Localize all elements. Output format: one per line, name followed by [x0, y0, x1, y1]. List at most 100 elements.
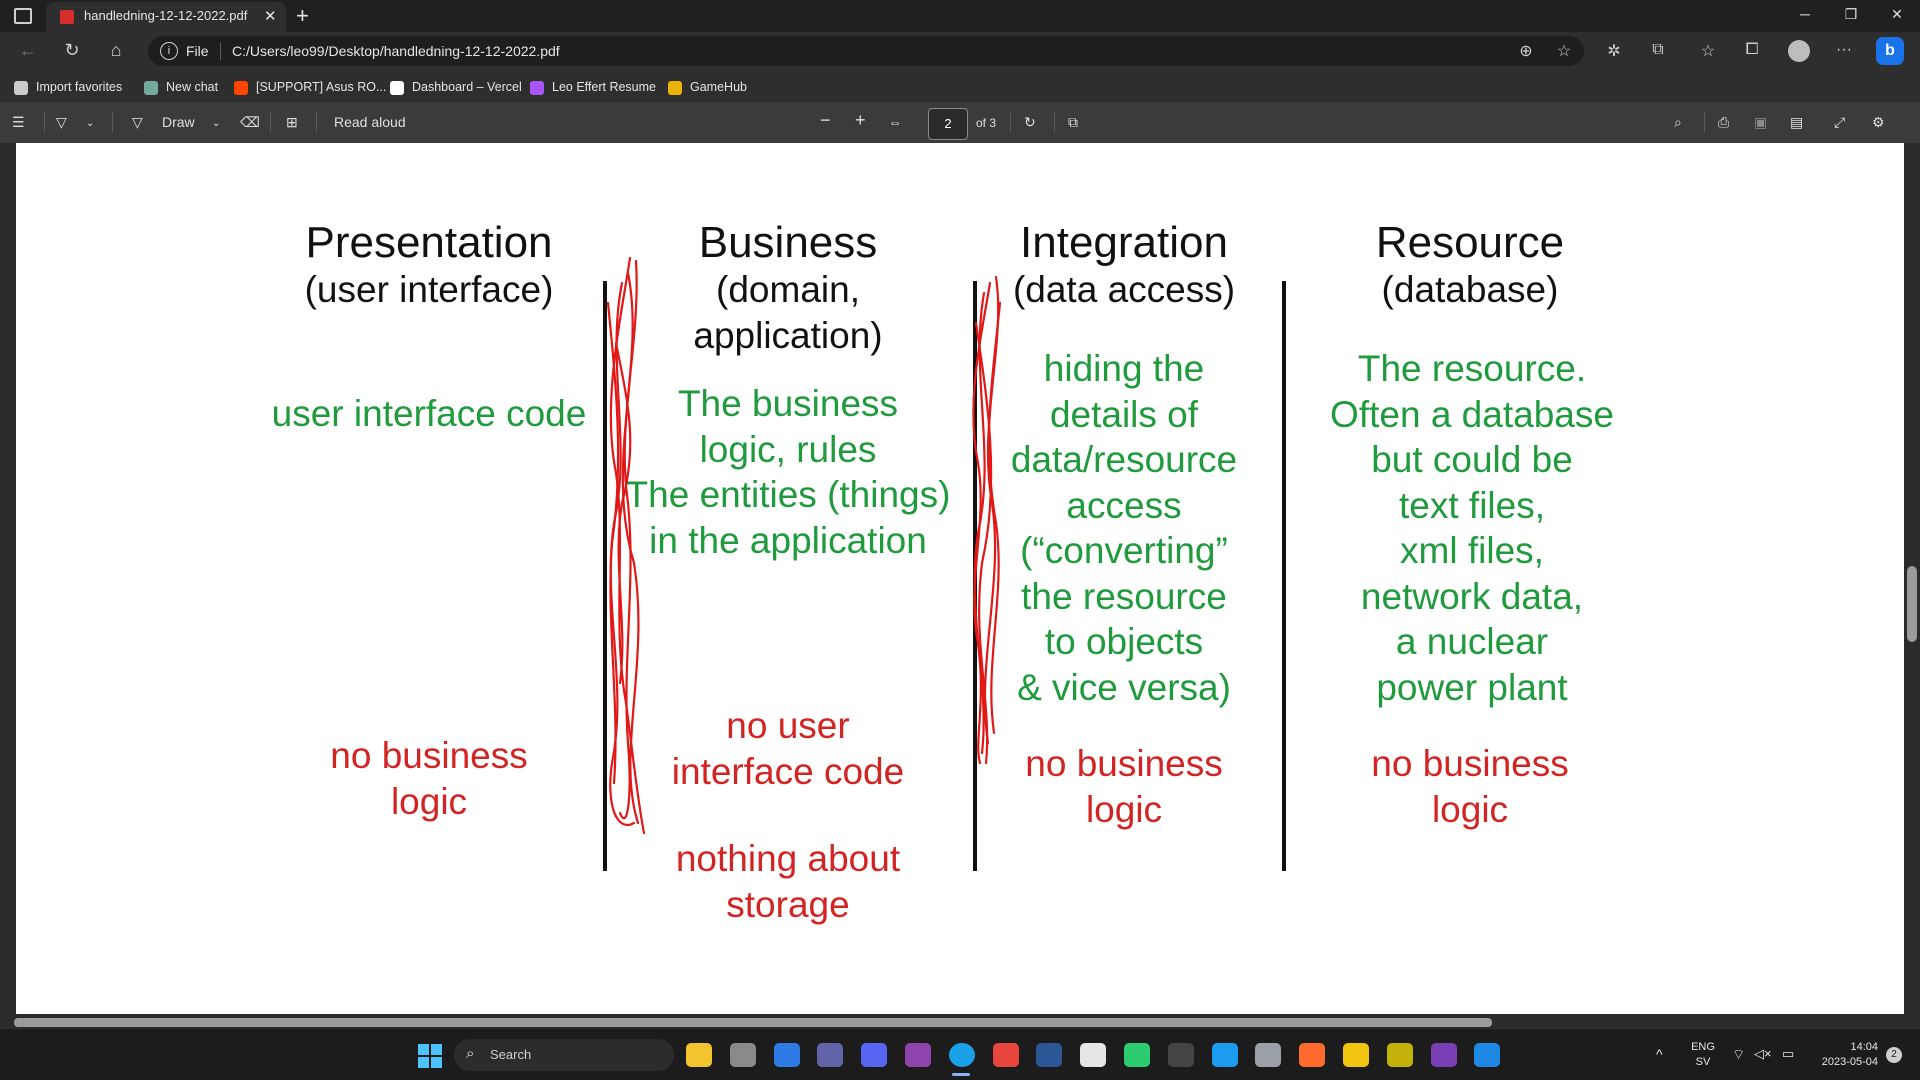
docker-icon[interactable] [1211, 1043, 1238, 1067]
taskbar-search-label: Search [490, 1047, 532, 1062]
vscode-icon[interactable] [773, 1043, 800, 1067]
favorite-item[interactable]: Leo Effert Resume [530, 77, 656, 97]
home-icon[interactable]: ⌂ [102, 40, 130, 61]
favorite-item[interactable]: Import favorites [14, 77, 122, 97]
app-icon[interactable] [1080, 1043, 1107, 1067]
extensions-puzzle-icon[interactable]: ⧉ [1644, 41, 1672, 59]
file-explorer-icon[interactable] [686, 1043, 712, 1067]
contents-icon[interactable]: ☰ [12, 114, 25, 131]
profile-avatar[interactable] [1788, 40, 1810, 62]
lang-sub: SV [1695, 1056, 1711, 1068]
favorite-icon [390, 80, 404, 95]
wifi-icon[interactable]: ⌔ [1732, 1046, 1745, 1064]
favorite-item[interactable]: New chat [144, 77, 218, 97]
favorite-label: GameHub [690, 80, 747, 94]
settings-icon[interactable]: ⚙ [1872, 114, 1885, 131]
address-url[interactable]: C:/Users/leo99/Desktop/handledning-12-12… [232, 43, 560, 59]
notification-badge[interactable]: 2 [1886, 1047, 1902, 1063]
highlight-dropdown-icon[interactable]: ⌄ [86, 118, 94, 129]
edge-icon[interactable] [948, 1043, 975, 1067]
highlight-icon[interactable]: ▽ [56, 114, 67, 131]
settings-app-icon[interactable] [729, 1043, 756, 1067]
favorite-icon [668, 80, 682, 95]
print-icon[interactable]: ⎙ [1718, 114, 1729, 131]
chrome-icon[interactable] [992, 1043, 1019, 1067]
vertical-scroll-thumb[interactable] [1907, 566, 1917, 642]
extension-icon[interactable]: ✲ [1600, 41, 1628, 61]
app-icon[interactable] [1343, 1043, 1369, 1067]
start-icon[interactable] [418, 1044, 442, 1068]
visual-studio-icon[interactable] [905, 1043, 931, 1067]
save-as-icon[interactable]: ▤ [1790, 114, 1803, 131]
restore-icon[interactable]: ❐ [1828, 6, 1874, 23]
save-icon[interactable]: ▣ [1754, 114, 1767, 131]
language-indicator[interactable]: ENG SV [1686, 1041, 1720, 1068]
zoom-in-button[interactable]: + [855, 110, 866, 131]
draw-dropdown-icon[interactable]: ⌄ [212, 118, 220, 129]
add-favorite-icon[interactable]: ☆ [1550, 41, 1578, 61]
favorite-icon [144, 80, 158, 95]
favorite-label: [SUPPORT] Asus RO... [256, 80, 387, 94]
search-pdf-icon[interactable]: ⌕ [1674, 114, 1682, 131]
favorite-item[interactable]: [SUPPORT] Asus RO... [234, 77, 386, 97]
fullscreen-icon[interactable]: ⤢ [1834, 114, 1845, 131]
new-tab-button[interactable]: + [296, 3, 309, 29]
toolbar-divider [112, 112, 113, 132]
close-tab-icon[interactable]: ✕ [264, 7, 277, 25]
more-menu-icon[interactable]: ··· [1830, 41, 1858, 59]
favorite-icon [234, 80, 248, 95]
page-view-icon[interactable]: ⧉ [1068, 114, 1078, 131]
app-icon[interactable] [1386, 1043, 1413, 1067]
rotate-icon[interactable]: ↻ [1024, 114, 1036, 131]
favorite-icon [530, 80, 544, 95]
discord-icon[interactable] [861, 1043, 888, 1067]
address-divider [220, 42, 221, 60]
zoom-icon[interactable]: ⊕ [1512, 41, 1540, 61]
page-number-input[interactable]: 2 [928, 108, 968, 140]
zoom-out-button[interactable]: − [820, 110, 831, 131]
address-prefix: File [186, 43, 209, 59]
favorite-label: Dashboard – Vercel [412, 80, 522, 94]
clock[interactable]: 14:04 2023-05-04 [1808, 1041, 1878, 1068]
tab-title: handledning-12-12-2022.pdf [84, 8, 248, 23]
page-total: of 3 [976, 116, 997, 130]
title-bar [0, 0, 1920, 32]
red-scribble-annotations [606, 256, 1002, 835]
tab-actions-icon[interactable] [14, 8, 32, 24]
app-icon[interactable] [1036, 1043, 1063, 1067]
favorites-icon[interactable]: ☆ [1694, 41, 1722, 61]
app-icon[interactable] [1124, 1043, 1150, 1067]
postman-icon[interactable] [1299, 1043, 1326, 1067]
pdf-page: Presentation (user interface) user interfa… [16, 143, 1904, 1014]
close-window-icon[interactable]: ✕ [1874, 6, 1920, 23]
favorite-item[interactable]: Dashboard – Vercel [390, 77, 522, 97]
favorite-icon [14, 80, 28, 95]
tray-chevron-icon[interactable]: ^ [1656, 1046, 1663, 1062]
back-icon[interactable]: ← [14, 40, 42, 61]
collections-icon[interactable]: ⧠ [1738, 41, 1766, 59]
copilot-icon[interactable]: b [1876, 37, 1904, 65]
app-icon[interactable] [1430, 1043, 1457, 1067]
favorite-item[interactable]: GameHub [668, 77, 747, 97]
app-icon[interactable] [1255, 1043, 1282, 1067]
toolbar-divider [44, 112, 45, 132]
text-icon[interactable]: ⊞ [286, 114, 298, 131]
eraser-icon[interactable]: ⌫ [240, 114, 260, 131]
taskbar-search[interactable] [454, 1039, 674, 1071]
lang-code: ENG [1691, 1041, 1715, 1053]
info-icon[interactable]: i [160, 42, 178, 60]
fit-width-icon[interactable]: ⇔ [888, 114, 902, 130]
terminal-icon[interactable] [1167, 1043, 1194, 1067]
app-icon[interactable] [1474, 1043, 1501, 1067]
horizontal-scroll-thumb[interactable] [14, 1018, 1492, 1027]
draw-label[interactable]: Draw [162, 114, 195, 130]
read-aloud-button[interactable]: Read aloud [334, 114, 406, 130]
volume-muted-icon[interactable]: ◁× [1754, 1046, 1772, 1062]
draw-icon[interactable]: ▽ [132, 114, 143, 131]
time: 14:04 [1850, 1041, 1878, 1053]
teams-icon[interactable] [817, 1043, 844, 1067]
battery-icon[interactable]: ▭ [1782, 1046, 1794, 1062]
active-app-indicator [952, 1073, 970, 1076]
refresh-icon[interactable]: ↻ [58, 40, 86, 61]
minimize-icon[interactable]: ─ [1782, 6, 1828, 22]
